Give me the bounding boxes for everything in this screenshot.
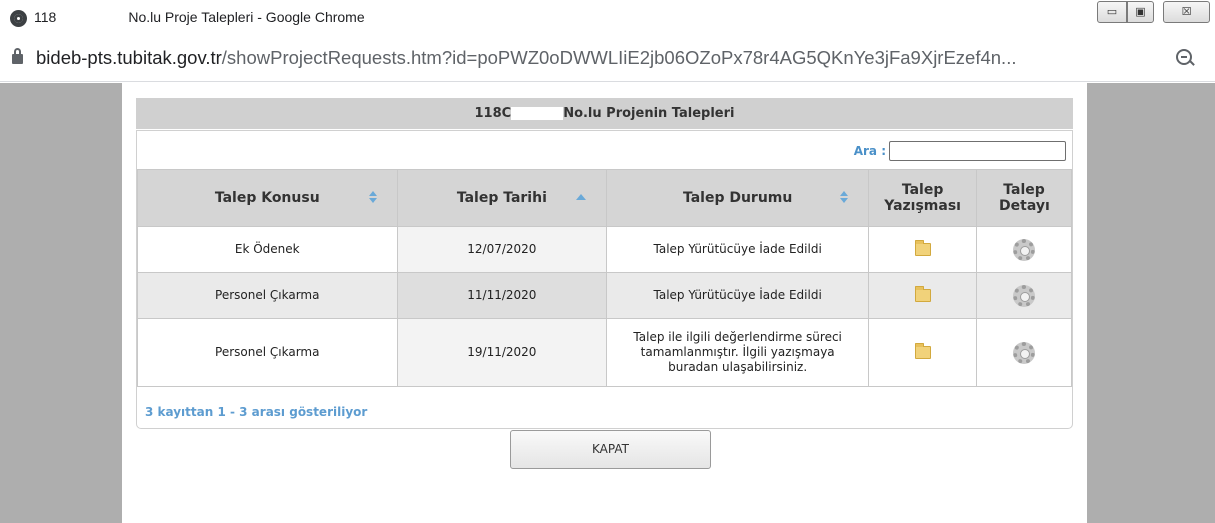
- cell-date: 12/07/2020: [396, 226, 608, 273]
- table-info: 3 kayıttan 1 - 3 arası gösteriliyor: [145, 405, 368, 419]
- search-row: Ara :: [854, 141, 1066, 161]
- search-label: Ara :: [853, 144, 886, 158]
- table-row: Personel Çıkarma 11/11/2020 Talep Yürütü…: [137, 272, 1072, 319]
- column-header-date[interactable]: Talep Tarihi: [396, 169, 608, 227]
- window-close-button[interactable]: ☒: [1163, 1, 1210, 23]
- gear-icon[interactable]: [1013, 341, 1036, 364]
- table-row: Personel Çıkarma 19/11/2020 Talep ile il…: [137, 318, 1072, 387]
- folder-icon[interactable]: [914, 286, 931, 302]
- cell-subject: Personel Çıkarma: [137, 318, 398, 387]
- column-header-subject[interactable]: Talep Konusu: [137, 169, 398, 227]
- gear-icon[interactable]: [1013, 284, 1036, 307]
- window-title: 118 No.lu Proje Talepleri - Google Chrome: [34, 9, 365, 26]
- search-input[interactable]: [889, 141, 1066, 161]
- cell-status: Talep Yürütücüye İade Edildi: [606, 226, 870, 273]
- zoom-icon[interactable]: [1176, 49, 1192, 65]
- cell-detail: [976, 226, 1072, 273]
- gear-icon[interactable]: [1013, 238, 1036, 261]
- cell-subject: Ek Ödenek: [137, 226, 398, 273]
- close-button[interactable]: KAPAT: [510, 430, 711, 469]
- column-header-correspondence: Talep Yazışması: [868, 169, 978, 227]
- minimize-button[interactable]: ▭: [1097, 1, 1127, 23]
- column-header-detail: Talep Detayı: [976, 169, 1072, 227]
- page-viewport: 118C No.lu Projenin Talepleri Ara : Talep…: [0, 83, 1215, 523]
- column-header-status[interactable]: Talep Durumu: [606, 169, 870, 227]
- cell-status: Talep Yürütücüye İade Edildi: [606, 272, 870, 319]
- cell-date: 19/11/2020: [396, 318, 608, 387]
- requests-table: Talep Konusu Talep Tarihi Talep Durumu T…: [137, 169, 1072, 387]
- table-row: Ek Ödenek 12/07/2020 Talep Yürütücüye İa…: [137, 226, 1072, 273]
- url-text[interactable]: bideb-pts.tubitak.gov.tr/showProjectRequ…: [36, 47, 1016, 69]
- window-title-bar: 118 No.lu Proje Talepleri - Google Chrome…: [0, 0, 1215, 36]
- folder-icon[interactable]: [914, 240, 931, 256]
- dialog-header: 118C No.lu Projenin Talepleri: [136, 98, 1073, 129]
- folder-icon[interactable]: [914, 343, 931, 359]
- cell-subject: Personel Çıkarma: [137, 272, 398, 319]
- cell-correspondence: [868, 318, 978, 387]
- cell-date: 11/11/2020: [396, 272, 608, 319]
- requests-dialog: 118C No.lu Projenin Talepleri Ara : Talep…: [122, 83, 1087, 523]
- maximize-button[interactable]: ▣: [1127, 1, 1154, 23]
- cell-correspondence: [868, 272, 978, 319]
- address-bar[interactable]: bideb-pts.tubitak.gov.tr/showProjectRequ…: [0, 36, 1215, 82]
- lock-icon[interactable]: [12, 48, 23, 64]
- cell-detail: [976, 318, 1072, 387]
- redacted-block: [511, 107, 564, 120]
- cell-status: Talep ile ilgili değerlendirme süreci ta…: [606, 318, 870, 387]
- sort-icon[interactable]: [840, 191, 849, 203]
- chrome-logo-icon: [10, 10, 27, 27]
- cell-correspondence: [868, 226, 978, 273]
- redacted-block: [56, 11, 129, 26]
- cell-detail: [976, 272, 1072, 319]
- sort-ascending-icon[interactable]: [576, 194, 587, 200]
- requests-panel: Ara : Talep Konusu Talep Tarihi Talep Du…: [136, 130, 1073, 429]
- sort-icon[interactable]: [368, 191, 377, 203]
